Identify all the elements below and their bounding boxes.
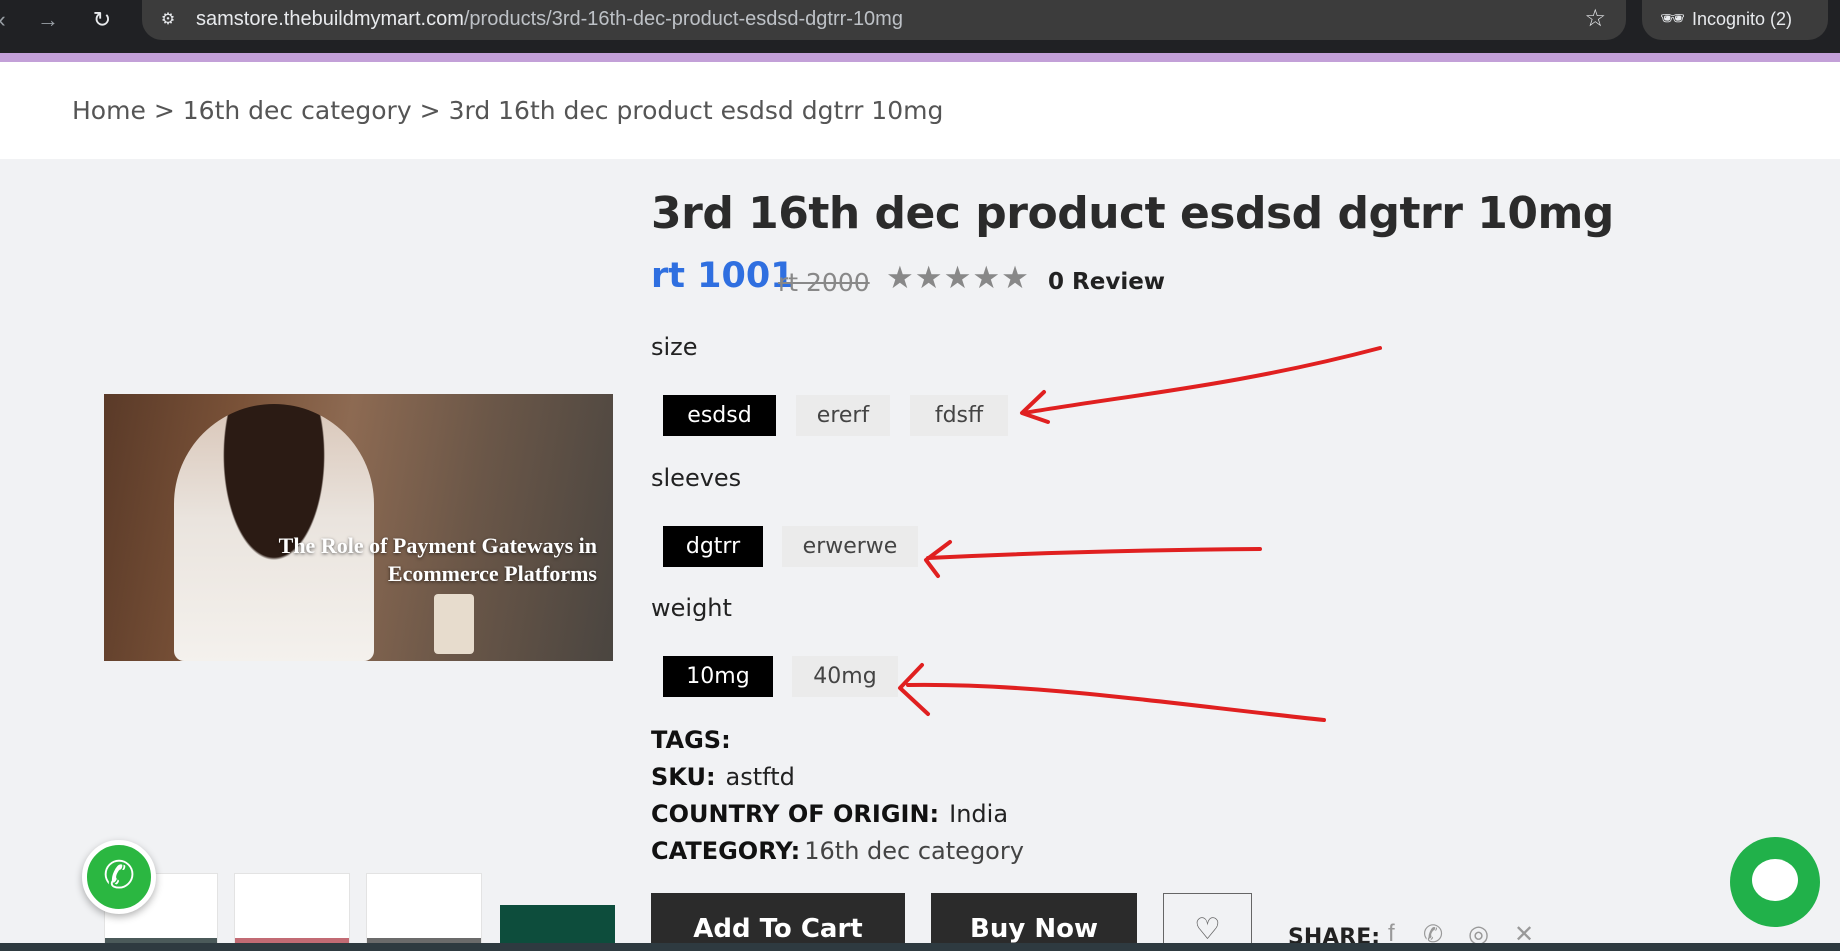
chat-widget-button[interactable]: [1730, 837, 1820, 927]
incognito-label: Incognito (2): [1692, 9, 1793, 29]
image-caption: The Role of Payment Gateways in Ecommerc…: [279, 532, 597, 588]
breadcrumb-home[interactable]: Home: [72, 96, 146, 125]
url-host: samstore.thebuildmymart.com: [196, 8, 464, 30]
review-count[interactable]: 0 Review: [1048, 269, 1165, 295]
option-size-ererf[interactable]: ererf: [796, 395, 890, 436]
thumbnail-2[interactable]: [234, 873, 350, 951]
category-link[interactable]: 16th dec category: [804, 837, 1024, 865]
option-size-esdsd[interactable]: esdsd: [663, 395, 776, 436]
url-path: /products/3rd-16th-dec-product-esdsd-dgt…: [463, 8, 903, 30]
heart-icon: ♡: [1194, 913, 1221, 946]
product-sku: SKU: astftd: [651, 763, 795, 791]
image-caption-line2: Ecommerce Platforms: [387, 561, 597, 586]
address-bar[interactable]: ⚙ samstore.thebuildmymart.com/products/3…: [142, 0, 1626, 40]
sku-label: SKU:: [651, 763, 716, 791]
option-sleeves-dgtrr[interactable]: dgtrr: [663, 526, 763, 567]
product-origin: COUNTRY OF ORIGIN: India: [651, 800, 1008, 828]
breadcrumb-separator: >: [419, 96, 441, 125]
annotation-arrow-weight: [906, 682, 1326, 722]
site-info-icon[interactable]: ⚙: [156, 8, 180, 32]
image-caption-line1: The Role of Payment Gateways in: [278, 533, 597, 558]
incognito-icon: 🕶: [1660, 8, 1686, 30]
whatsapp-icon: ✆: [103, 855, 135, 897]
annotation-arrow-sleeves: [926, 547, 1262, 560]
annotation-arrow-weight-head: [898, 663, 930, 716]
whatsapp-float-button[interactable]: ✆: [82, 840, 156, 914]
option-weight-10mg[interactable]: 10mg: [663, 656, 773, 697]
chat-bubble-tail: [1776, 891, 1790, 899]
breadcrumb-category[interactable]: 16th dec category: [183, 96, 412, 125]
origin-label: COUNTRY OF ORIGIN:: [651, 800, 940, 828]
annotation-arrow-size: [1022, 346, 1382, 415]
category-label: CATEGORY:: [651, 837, 801, 865]
product-tags: TAGS:: [651, 726, 731, 754]
reload-icon[interactable]: ↻: [88, 6, 116, 34]
annotation-arrow-sleeves-head: [924, 540, 952, 578]
product-price: rt 1001: [651, 256, 795, 296]
breadcrumb: Home >16th dec category >3rd 16th dec prod…: [72, 96, 943, 125]
breadcrumb-separator: >: [153, 96, 175, 125]
product-main-image[interactable]: The Role of Payment Gateways in Ecommerc…: [104, 394, 613, 661]
annotation-arrow-size-head: [1020, 390, 1050, 424]
option-label-weight: weight: [651, 594, 732, 622]
option-label-sleeves: sleeves: [651, 464, 742, 492]
tags-label: TAGS:: [651, 726, 731, 754]
thumbnail-3[interactable]: [366, 873, 482, 951]
product-title: 3rd 16th dec product esdsd dgtrr 10mg: [651, 188, 1614, 239]
image-cup: [434, 594, 474, 654]
breadcrumb-current: 3rd 16th dec product esdsd dgtrr 10mg: [448, 96, 944, 125]
forward-arrow-icon[interactable]: →: [34, 6, 62, 34]
rating-stars-icon: ★★★★★: [886, 260, 1030, 295]
product-old-price: rt 2000: [778, 268, 870, 297]
chat-bubble-icon: [1752, 859, 1798, 901]
option-weight-40mg[interactable]: 40mg: [792, 656, 898, 697]
url-text[interactable]: samstore.thebuildmymart.com/products/3rd…: [196, 8, 903, 31]
option-label-size: size: [651, 333, 698, 361]
origin-value: India: [949, 800, 1009, 828]
sku-value: astftd: [725, 763, 795, 791]
page-accent-line: [0, 53, 1840, 62]
incognito-indicator[interactable]: 🕶 Incognito (2): [1642, 0, 1828, 40]
back-arrow-icon[interactable]: ‹: [0, 6, 16, 34]
product-category: CATEGORY: 16th dec category: [651, 837, 1024, 865]
bottom-strip: [0, 943, 1840, 951]
option-size-fdsff[interactable]: fdsff: [910, 395, 1008, 436]
bookmark-star-icon[interactable]: ☆: [1584, 4, 1606, 33]
breadcrumb-bar: Home >16th dec category >3rd 16th dec prod…: [0, 62, 1840, 159]
option-sleeves-erwerwe[interactable]: erwerwe: [782, 526, 918, 567]
browser-toolbar: ‹ → ↻ ⚙ samstore.thebuildmymart.com/prod…: [0, 0, 1840, 62]
